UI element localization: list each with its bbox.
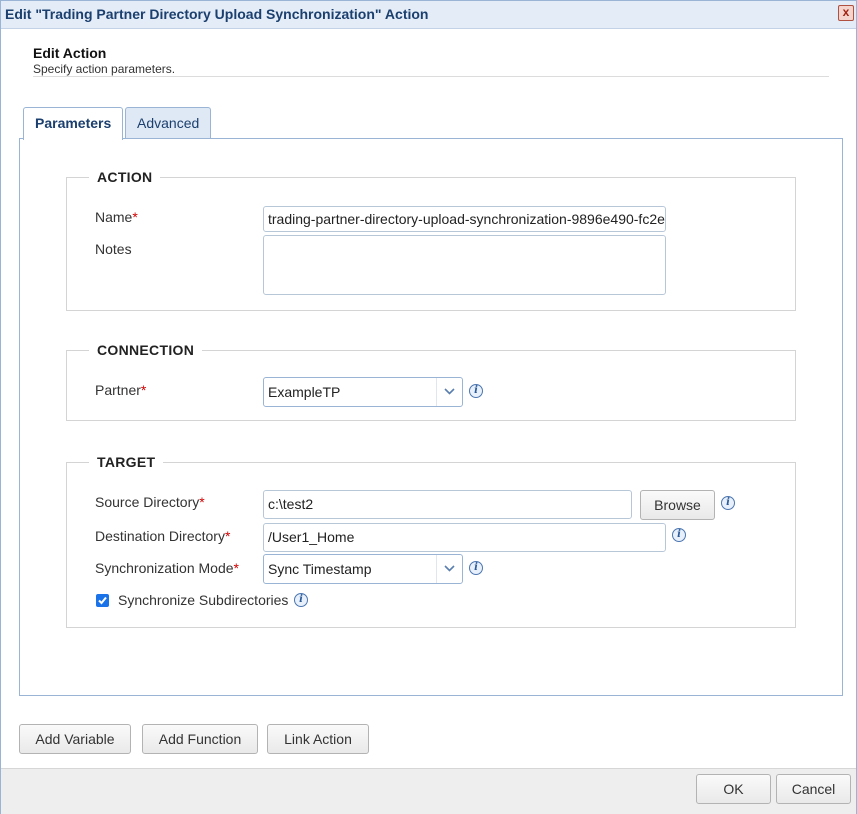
required-marker: * [140, 382, 147, 398]
parameters-panel: ACTION Name* trading-partner-directory-u… [19, 138, 843, 696]
required-marker: * [199, 494, 205, 510]
chevron-down-icon[interactable] [436, 555, 462, 583]
source-directory-info-icon[interactable]: i [721, 496, 735, 510]
tab-parameters[interactable]: Parameters [23, 107, 124, 140]
synchronization-mode-value: Sync Timestamp [268, 561, 372, 577]
dialog-footer: OK Cancel [1, 768, 856, 814]
add-variable-button[interactable]: Add Variable [19, 724, 131, 754]
partner-label: Partner* [95, 382, 147, 398]
cancel-button[interactable]: Cancel [776, 774, 851, 804]
partner-info-icon[interactable]: i [469, 384, 483, 398]
synchronization-mode-info-icon[interactable]: i [469, 561, 483, 575]
chevron-down-icon[interactable] [436, 378, 462, 406]
checkmark-icon [98, 596, 107, 605]
synchronize-subdirectories-info-icon[interactable]: i [294, 593, 308, 607]
notes-label: Notes [95, 241, 132, 257]
name-input[interactable]: trading-partner-directory-upload-synchro… [263, 206, 666, 232]
partner-select[interactable]: ExampleTP [263, 377, 463, 407]
required-marker: * [132, 209, 138, 225]
notes-textarea[interactable] [263, 235, 666, 295]
edit-action-dialog: Edit "Trading Partner Directory Upload S… [0, 0, 857, 814]
required-marker: * [233, 560, 239, 576]
source-directory-input[interactable]: c:\test2 [263, 490, 632, 519]
connection-section-legend: CONNECTION [97, 342, 195, 358]
dialog-title: Edit "Trading Partner Directory Upload S… [5, 6, 429, 22]
browse-button[interactable]: Browse [640, 490, 715, 520]
link-action-button[interactable]: Link Action [267, 724, 369, 754]
dialog-titlebar[interactable]: Edit "Trading Partner Directory Upload S… [1, 1, 856, 29]
synchronization-mode-label: Synchronization Mode* [95, 560, 239, 576]
tab-advanced[interactable]: Advanced [125, 107, 212, 139]
target-section-legend: TARGET [97, 454, 156, 470]
partner-select-value: ExampleTP [268, 384, 341, 400]
page-subtitle: Specify action parameters. [33, 62, 176, 76]
page-title: Edit Action [33, 45, 107, 61]
destination-directory-input[interactable]: /User1_Home [263, 523, 666, 552]
synchronization-mode-select[interactable]: Sync Timestamp [263, 554, 463, 584]
destination-directory-label: Destination Directory* [95, 528, 231, 544]
destination-directory-info-icon[interactable]: i [672, 528, 686, 542]
name-label: Name* [95, 209, 138, 225]
action-section-legend: ACTION [97, 169, 153, 185]
dialog-body: Edit Action Specify action parameters. P… [5, 31, 854, 766]
close-icon[interactable]: x [838, 5, 854, 21]
synchronize-subdirectories-label[interactable]: Synchronize Subdirectories [118, 592, 288, 608]
add-function-button[interactable]: Add Function [142, 724, 258, 754]
source-directory-label: Source Directory* [95, 494, 205, 510]
required-marker: * [224, 528, 231, 544]
ok-button[interactable]: OK [696, 774, 771, 804]
synchronize-subdirectories-checkbox[interactable] [96, 594, 109, 607]
header-divider [33, 76, 829, 77]
